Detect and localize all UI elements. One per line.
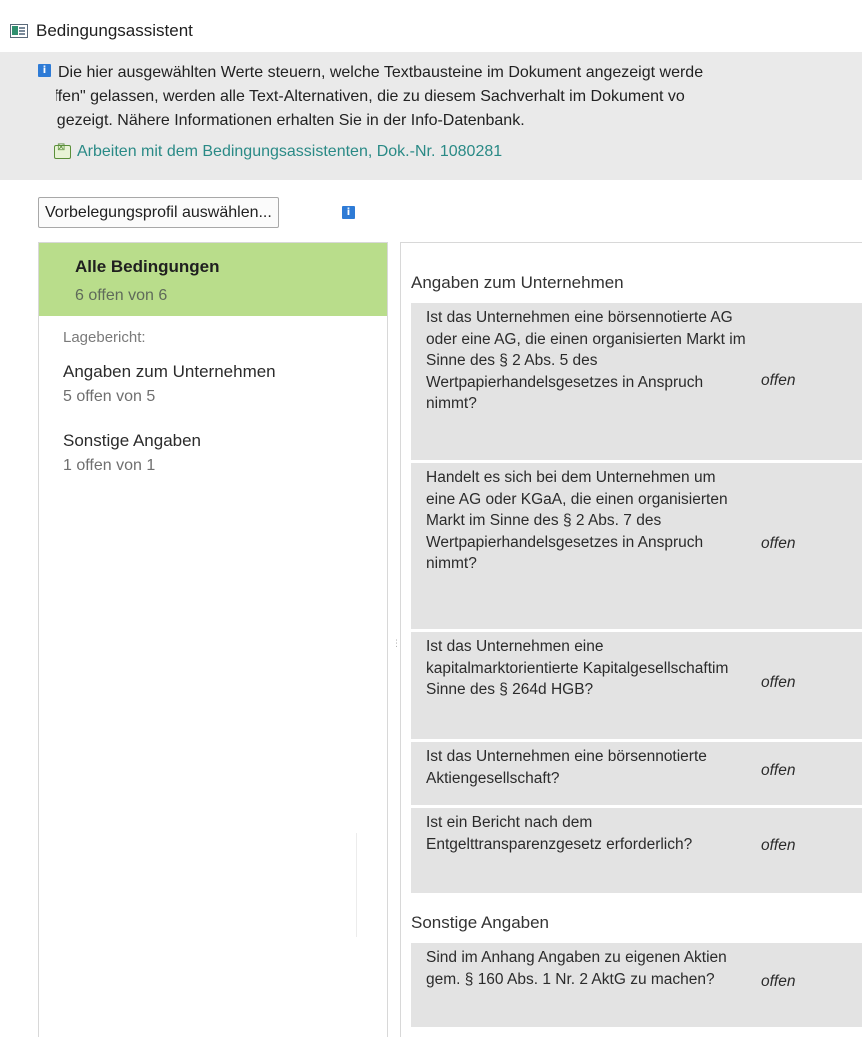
profile-info-icon[interactable]: i <box>342 206 355 219</box>
doc-link-row[interactable]: Arbeiten mit dem Bedingungsassistenten, … <box>54 142 502 161</box>
condition-value[interactable]: offen <box>761 535 795 553</box>
condition-value[interactable]: offen <box>761 674 795 692</box>
app-window-icon <box>10 24 28 38</box>
splitter-handle[interactable]: ⋮ <box>392 639 401 670</box>
info-banner: i Die hier ausgewählten Werte steuern, w… <box>0 52 862 180</box>
window-title: Bedingungsassistent <box>36 21 193 40</box>
condition-question: Ist das Unternehmen eine kapitalmarktori… <box>426 638 729 698</box>
condition-value[interactable]: offen <box>761 837 795 855</box>
condition-row: Ist das Unternehmen eine börsennotierte … <box>411 303 862 460</box>
conditions-nav: Alle Bedingungen 6 offen von 6 Lageberic… <box>38 242 388 1037</box>
condition-question: Sind im Anhang Angaben zu eigenen Aktien… <box>426 949 727 988</box>
nav-item-count: 1 offen von 1 <box>63 457 156 474</box>
title-bar: Bedingungsassistent <box>0 0 862 50</box>
select-profile-button[interactable]: Vorbelegungsprofil auswählen... <box>38 197 279 228</box>
condition-row: Ist ein Bericht nach dem Entgelttranspar… <box>411 808 862 893</box>
document-link-icon <box>54 142 71 159</box>
condition-row: Ist das Unternehmen eine kapitalmarktori… <box>411 632 862 739</box>
nav-item-count: 6 offen von 6 <box>75 287 168 304</box>
nav-divider <box>356 833 357 937</box>
condition-question: Ist das Unternehmen eine börsennotierte … <box>426 748 707 787</box>
condition-question: Handelt es sich bei dem Unternehmen um e… <box>426 469 728 572</box>
section-title: Angaben zum Unternehmen <box>411 273 624 292</box>
nav-item-label: Sonstige Angaben <box>63 431 202 450</box>
nav-item-sonstige-angaben[interactable]: Sonstige Angaben 1 offen von 1 <box>63 431 201 475</box>
bedingungsassistent-window: Bedingungsassistent i Die hier ausgewähl… <box>0 0 862 1037</box>
info-icon: i <box>38 64 51 77</box>
nav-item-count: 5 offen von 5 <box>63 388 156 405</box>
info-database-link[interactable]: Arbeiten mit dem Bedingungsassistenten, … <box>77 143 502 161</box>
nav-section-label: Lagebericht: <box>63 329 146 346</box>
nav-item-all-conditions[interactable]: Alle Bedingungen 6 offen von 6 <box>39 243 387 316</box>
condition-question: Ist ein Bericht nach dem Entgelttranspar… <box>426 814 693 853</box>
banner-line: Die hier ausgewählten Werte steuern, wel… <box>58 64 704 81</box>
condition-value[interactable]: offen <box>761 372 795 390</box>
banner-text: Die hier ausgewählten Werte steuern, wel… <box>56 61 862 133</box>
condition-row: Ist das Unternehmen eine börsennotierte … <box>411 742 862 805</box>
section-title: Sonstige Angaben <box>411 913 550 932</box>
banner-line: "offen" gelassen, werden alle Text-Alter… <box>56 88 685 105</box>
condition-row: Sind im Anhang Angaben zu eigenen Aktien… <box>411 943 862 1027</box>
nav-item-label: Angaben zum Unternehmen <box>63 362 276 381</box>
nav-item-label: Alle Bedingungen <box>75 257 220 276</box>
condition-value[interactable]: offen <box>761 762 795 780</box>
condition-row: Handelt es sich bei dem Unternehmen um e… <box>411 463 862 629</box>
nav-item-angaben-zum-unternehmen[interactable]: Angaben zum Unternehmen 5 offen von 5 <box>63 362 276 406</box>
banner-line: angezeigt. Nähere Informationen erhalten… <box>56 112 525 129</box>
conditions-panel: Angaben zum Unternehmen Ist das Unterneh… <box>400 242 862 1037</box>
condition-value[interactable]: offen <box>761 973 795 991</box>
condition-question: Ist das Unternehmen eine börsennotierte … <box>426 309 746 412</box>
